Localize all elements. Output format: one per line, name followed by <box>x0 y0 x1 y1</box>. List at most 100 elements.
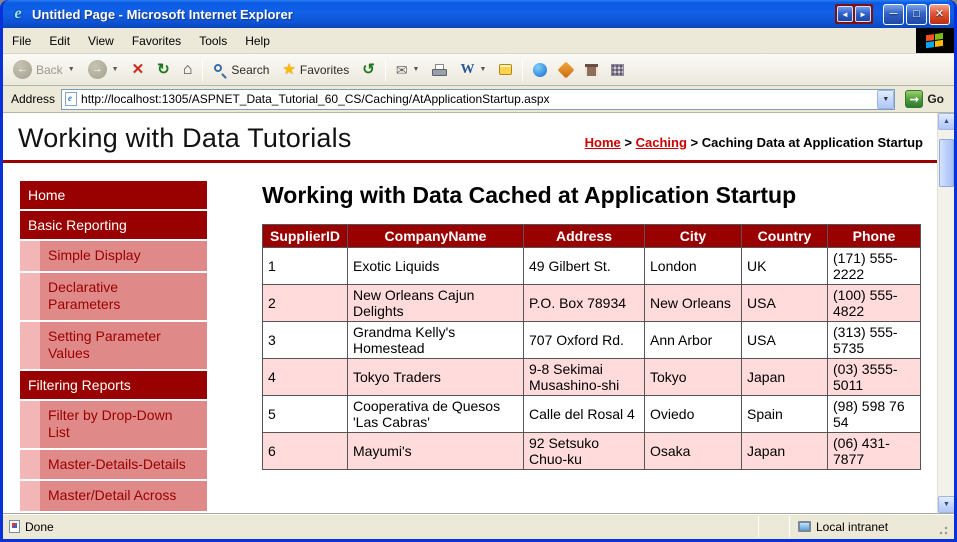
cell-country: UK <box>742 248 828 285</box>
back-button[interactable]: ← Back ▼ <box>7 57 81 83</box>
title-nav-forward-button[interactable]: ► <box>855 6 871 22</box>
column-header-city[interactable]: City <box>645 225 742 248</box>
back-icon: ← <box>13 60 32 79</box>
resize-grip[interactable] <box>938 516 951 537</box>
sidebar-indent <box>20 481 40 511</box>
marker-button[interactable] <box>554 57 578 83</box>
table-row: 6Mayumi's92 Setsuko Chuo-kuOsakaJapan(06… <box>263 433 921 470</box>
sidebar-item-label: Filter by Drop-Down List <box>40 401 207 448</box>
main-content: Working with Data Cached at Application … <box>262 181 920 513</box>
word-icon: W <box>460 62 474 78</box>
address-label: Address <box>11 92 55 106</box>
menu-favorites[interactable]: Favorites <box>123 30 190 52</box>
cell-supplierid: 5 <box>263 396 348 433</box>
sidebar-item-basic-reporting[interactable]: Basic Reporting <box>20 211 207 239</box>
sidebar-item-label: Filtering Reports <box>20 371 207 399</box>
search-button[interactable]: Search <box>207 57 275 83</box>
table-row: 2New Orleans Cajun DelightsP.O. Box 7893… <box>263 285 921 322</box>
sidebar-item-label: Declarative Parameters <box>40 273 207 320</box>
cell-address: P.O. Box 78934 <box>524 285 645 322</box>
sidebar-item-filter-by-drop-down-list[interactable]: Filter by Drop-Down List <box>20 401 207 448</box>
discuss-button[interactable] <box>493 57 518 83</box>
cell-address: Calle del Rosal 4 <box>524 396 645 433</box>
menu-tools[interactable]: Tools <box>190 30 236 52</box>
favorites-star-icon: ★ <box>282 62 295 77</box>
toolbar-separator <box>202 59 203 81</box>
cell-phone: (100) 555-4822 <box>828 285 921 322</box>
sidebar-item-label: Basic Reporting <box>20 211 207 239</box>
address-dropdown-button[interactable]: ▼ <box>877 90 894 109</box>
sidebar-item-master-details-details[interactable]: Master-Details-Details <box>20 450 207 480</box>
toolbar-separator <box>385 59 386 81</box>
word-dropdown-icon: ▼ <box>479 66 486 73</box>
edit-with-word-button[interactable]: W ▼ <box>454 57 492 83</box>
cell-phone: (03) 3555-5011 <box>828 359 921 396</box>
breadcrumb-link-caching[interactable]: Caching <box>636 135 687 150</box>
column-header-address[interactable]: Address <box>524 225 645 248</box>
cell-city: Oviedo <box>645 396 742 433</box>
search-label: Search <box>231 63 269 77</box>
building-button[interactable] <box>579 57 604 83</box>
refresh-button[interactable]: ↻ <box>151 57 176 83</box>
status-zone: Local intranet <box>794 516 934 537</box>
history-button[interactable]: ↺ <box>356 57 381 83</box>
breadcrumb: Home > Caching > Caching Data at Applica… <box>585 135 923 150</box>
home-button[interactable]: ⌂ <box>177 57 199 83</box>
scroll-down-button[interactable]: ▼ <box>938 496 954 513</box>
column-header-country[interactable]: Country <box>742 225 828 248</box>
cell-supplierid: 6 <box>263 433 348 470</box>
messenger-button[interactable] <box>527 57 553 83</box>
maximize-button[interactable]: □ <box>906 4 927 25</box>
scrollbar-thumb[interactable] <box>939 139 954 187</box>
vertical-scrollbar[interactable]: ▲ ▼ <box>937 113 954 513</box>
table-row: 5Cooperativa de Quesos 'Las Cabras'Calle… <box>263 396 921 433</box>
title-bar: e Untitled Page - Microsoft Internet Exp… <box>3 0 954 28</box>
marker-icon <box>558 61 575 78</box>
scroll-up-button[interactable]: ▲ <box>938 113 954 130</box>
favorites-button[interactable]: ★ Favorites <box>276 57 355 83</box>
column-header-companyname[interactable]: CompanyName <box>348 225 524 248</box>
minimize-button[interactable]: ─ <box>883 4 904 25</box>
cell-country: Spain <box>742 396 828 433</box>
sidebar-item-setting-parameter-values[interactable]: Setting Parameter Values <box>20 322 207 369</box>
sidebar-item-filtering-reports[interactable]: Filtering Reports <box>20 371 207 399</box>
menu-bar: FileEditViewFavoritesToolsHelp <box>3 28 954 54</box>
menu-help[interactable]: Help <box>236 30 279 52</box>
menu-file[interactable]: File <box>3 30 40 52</box>
stop-button[interactable]: ✕ <box>126 57 151 83</box>
status-pane <box>763 516 785 537</box>
column-header-supplierid[interactable]: SupplierID <box>263 225 348 248</box>
cell-country: USA <box>742 285 828 322</box>
cell-supplierid: 3 <box>263 322 348 359</box>
cell-phone: (06) 431-7877 <box>828 433 921 470</box>
favorites-label: Favorites <box>300 63 349 77</box>
mail-button[interactable]: ✉ ▼ <box>390 57 426 83</box>
cell-country: Japan <box>742 359 828 396</box>
menu-view[interactable]: View <box>79 30 123 52</box>
menu-bar-items: FileEditViewFavoritesToolsHelp <box>3 28 916 53</box>
cell-country: Japan <box>742 433 828 470</box>
cell-companyname: Cooperativa de Quesos 'Las Cabras' <box>348 396 524 433</box>
table-body: 1Exotic Liquids49 Gilbert St.LondonUK(17… <box>263 248 921 470</box>
print-button[interactable] <box>426 57 453 83</box>
title-nav-back-button[interactable]: ◄ <box>837 6 853 22</box>
sidebar-item-home[interactable]: Home <box>20 181 207 209</box>
go-icon: ➞ <box>905 90 923 108</box>
sidebar-item-label: Home <box>20 181 207 209</box>
sidebar-item-simple-display[interactable]: Simple Display <box>20 241 207 271</box>
sidebar-indent <box>20 450 40 480</box>
sidebar-item-label: Master/Detail Across <box>40 481 207 511</box>
sidebar-item-declarative-parameters[interactable]: Declarative Parameters <box>20 273 207 320</box>
forward-button[interactable]: → ▼ <box>82 57 125 83</box>
breadcrumb-link-home[interactable]: Home <box>585 135 621 150</box>
sidebar-item-master-detail-across[interactable]: Master/Detail Across <box>20 481 207 511</box>
mail-dropdown-icon: ▼ <box>413 66 420 73</box>
go-button[interactable]: ➞ Go <box>901 90 948 108</box>
column-header-phone[interactable]: Phone <box>828 225 921 248</box>
home-icon: ⌂ <box>183 62 193 78</box>
grid-button[interactable] <box>605 57 630 83</box>
close-button[interactable]: ✕ <box>929 4 950 25</box>
menu-edit[interactable]: Edit <box>40 30 79 52</box>
status-divider <box>789 516 790 537</box>
address-input[interactable]: http://localhost:1305/ASPNET_Data_Tutori… <box>61 89 895 110</box>
